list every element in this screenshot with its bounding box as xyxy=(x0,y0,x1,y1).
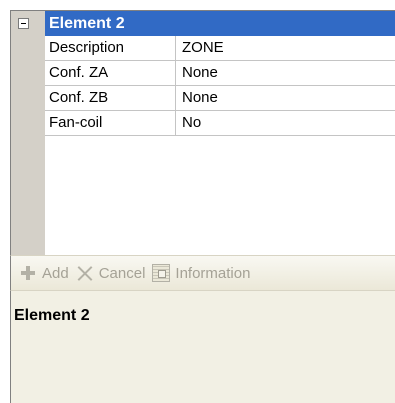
collapse-icon[interactable] xyxy=(18,18,29,29)
property-value[interactable]: No xyxy=(176,111,395,135)
property-value[interactable]: None xyxy=(176,61,395,85)
property-value[interactable]: ZONE xyxy=(176,36,395,60)
cancel-button-label: Cancel xyxy=(98,264,146,282)
cancel-button[interactable]: Cancel xyxy=(76,264,146,282)
info-icon xyxy=(152,264,171,282)
grid-gutter xyxy=(11,11,45,255)
property-row-description[interactable]: Description ZONE xyxy=(45,36,395,61)
description-panel: Element 2 xyxy=(10,291,395,403)
information-button-label: Information xyxy=(175,264,251,282)
property-name: Conf. ZB xyxy=(45,86,176,110)
add-button-label: Add xyxy=(42,264,69,282)
group-title[interactable]: Element 2 xyxy=(45,11,395,36)
property-name: Conf. ZA xyxy=(45,61,176,85)
group-header[interactable]: Element 2 xyxy=(11,11,395,36)
property-row-conf-za[interactable]: Conf. ZA None xyxy=(45,61,395,86)
plus-icon xyxy=(19,264,37,282)
property-grid: Element 2 Description ZONE Conf. ZA None… xyxy=(10,10,395,255)
information-button[interactable]: Information xyxy=(152,264,250,282)
description-title: Element 2 xyxy=(14,307,90,324)
toolbar: Add Cancel Information xyxy=(10,255,395,291)
property-row-fan-coil[interactable]: Fan-coil No xyxy=(45,111,395,136)
property-name: Fan-coil xyxy=(45,111,176,135)
property-rows: Description ZONE Conf. ZA None Conf. ZB … xyxy=(45,36,395,136)
add-button[interactable]: Add xyxy=(19,264,69,282)
cross-icon xyxy=(76,264,94,282)
property-name: Description xyxy=(45,36,176,60)
property-row-conf-zb[interactable]: Conf. ZB None xyxy=(45,86,395,111)
property-value[interactable]: None xyxy=(176,86,395,110)
